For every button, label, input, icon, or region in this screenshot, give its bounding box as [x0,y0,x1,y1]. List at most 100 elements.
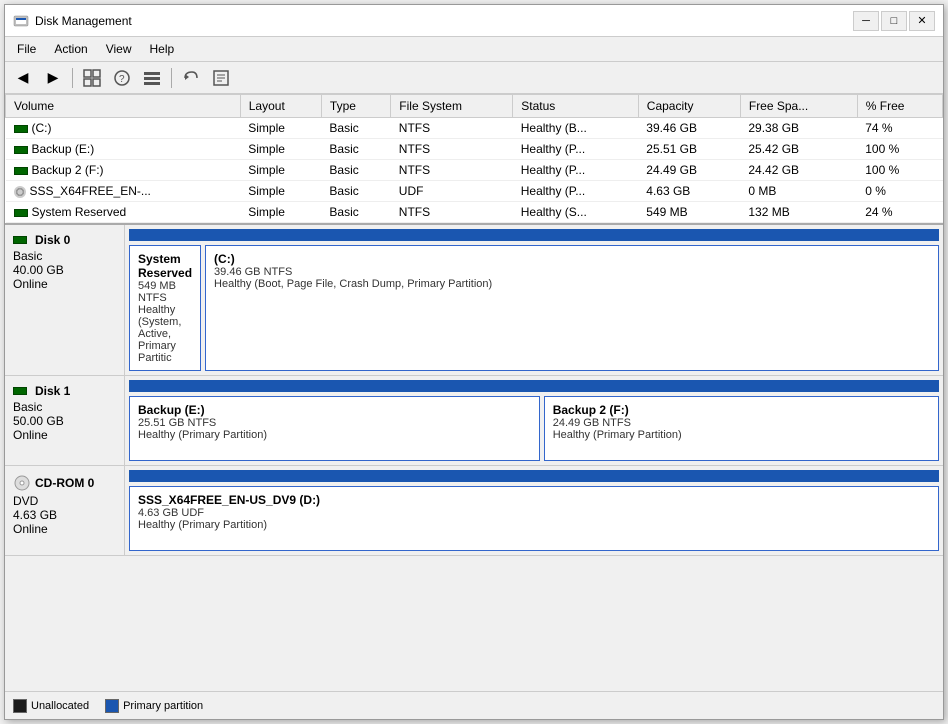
partition-status: Healthy (Primary Partition) [138,429,531,441]
disk-label-2: CD-ROM 0 DVD 4.63 GB Online [5,466,125,555]
disk-name: CD-ROM 0 [35,476,94,490]
table-row[interactable]: Backup 2 (F:) Simple Basic NTFS Healthy … [6,160,943,181]
partition-cell-0[interactable]: System Reserved 549 MB NTFS Healthy (Sys… [129,245,201,371]
cell-type: Basic [321,181,390,202]
disk-icon [14,167,28,175]
cd-icon [14,186,26,198]
cell-filesystem: NTFS [391,139,513,160]
disk-row-0: Disk 0 Basic 40.00 GB Online System Rese… [5,225,943,376]
cell-layout: Simple [240,118,321,139]
back-button[interactable]: ◀ [9,66,37,90]
table-body: (C:) Simple Basic NTFS Healthy (B... 39.… [6,118,943,223]
partition-cell-1[interactable]: (C:) 39.46 GB NTFS Healthy (Boot, Page F… [205,245,939,371]
cell-volume: System Reserved [6,202,241,223]
legend-unallocated-box [13,699,27,713]
grid-icon [83,69,101,87]
cell-pctfree: 100 % [857,139,942,160]
table-area: Volume Layout Type File System Status Ca… [5,94,943,225]
cell-capacity: 549 MB [638,202,740,223]
partition-status: Healthy (Primary Partition) [553,429,930,441]
table-row[interactable]: SSS_X64FREE_EN-... Simple Basic UDF Heal… [6,181,943,202]
cell-status: Healthy (P... [513,160,639,181]
partition-name: Backup (E:) [138,403,531,417]
disk-icon [14,209,28,217]
close-button[interactable]: ✕ [909,11,935,31]
cell-freespace: 25.42 GB [740,139,857,160]
table-row[interactable]: Backup (E:) Simple Basic NTFS Healthy (P… [6,139,943,160]
disk-label-1: Disk 1 Basic 50.00 GB Online [5,376,125,465]
cell-volume: Backup (E:) [6,139,241,160]
disk-partitions-2: SSS_X64FREE_EN-US_DV9 (D:) 4.63 GB UDF H… [125,466,943,555]
disk-status: Online [13,277,116,291]
forward-button[interactable]: ▶ [39,66,67,90]
cell-filesystem: NTFS [391,202,513,223]
help-button[interactable]: ? [108,66,136,90]
disk-partitions-1: Backup (E:) 25.51 GB NTFS Healthy (Prima… [125,376,943,465]
partition-size: 549 MB NTFS [138,280,192,304]
partition-cell-0[interactable]: SSS_X64FREE_EN-US_DV9 (D:) 4.63 GB UDF H… [129,486,939,551]
disk-status: Online [13,522,116,536]
edit-button[interactable] [207,66,235,90]
volumes-table: Volume Layout Type File System Status Ca… [5,94,943,223]
disk-type: DVD [13,494,116,508]
cell-freespace: 29.38 GB [740,118,857,139]
hdd-icon [13,387,27,395]
table-row[interactable]: (C:) Simple Basic NTFS Healthy (B... 39.… [6,118,943,139]
title-bar: Disk Management ─ □ ✕ [5,5,943,37]
cell-capacity: 39.46 GB [638,118,740,139]
minimize-button[interactable]: ─ [853,11,879,31]
partition-cell-0[interactable]: Backup (E:) 25.51 GB NTFS Healthy (Prima… [129,396,540,461]
partition-cell-1[interactable]: Backup 2 (F:) 24.49 GB NTFS Healthy (Pri… [544,396,939,461]
menu-bar: File Action View Help [5,37,943,62]
hdd-icon [13,236,27,244]
svg-text:?: ? [119,74,125,85]
menu-action[interactable]: Action [46,39,95,59]
bar-segment-1 [542,380,939,392]
disk-viz-area[interactable]: Disk 0 Basic 40.00 GB Online System Rese… [5,225,943,691]
legend-primary: Primary partition [105,699,203,713]
table-row[interactable]: System Reserved Simple Basic NTFS Health… [6,202,943,223]
toolbar-sep-1 [72,68,73,88]
cell-pctfree: 74 % [857,118,942,139]
undo-icon [182,69,200,87]
col-freespace: Free Spa... [740,95,857,118]
disk-type: Basic [13,249,116,263]
disk-icon [14,125,28,133]
toolbar-sep-2 [171,68,172,88]
cdrom-icon [13,474,31,492]
cell-filesystem: UDF [391,181,513,202]
col-capacity: Capacity [638,95,740,118]
undo-button[interactable] [177,66,205,90]
menu-view[interactable]: View [98,39,140,59]
col-pctfree: % Free [857,95,942,118]
cell-type: Basic [321,202,390,223]
disk-icon [14,146,28,154]
cell-freespace: 132 MB [740,202,857,223]
menu-file[interactable]: File [9,39,44,59]
grid-button[interactable] [78,66,106,90]
partition-status: Healthy (Primary Partition) [138,519,930,531]
menu-help[interactable]: Help [142,39,183,59]
title-bar-left: Disk Management [13,13,132,29]
cell-capacity: 24.49 GB [638,160,740,181]
cell-status: Healthy (P... [513,139,639,160]
main-window: Disk Management ─ □ ✕ File Action View H… [4,4,944,720]
legend-primary-label: Primary partition [123,700,203,712]
cell-capacity: 4.63 GB [638,181,740,202]
list-button[interactable] [138,66,166,90]
cell-status: Healthy (S... [513,202,639,223]
partition-size: 4.63 GB UDF [138,507,930,519]
partition-bar-row-2 [129,470,939,482]
disk-name: Disk 1 [35,384,70,398]
cell-volume: (C:) [6,118,241,139]
disk-size: 4.63 GB [13,508,116,522]
maximize-button[interactable]: □ [881,11,907,31]
col-type: Type [321,95,390,118]
edit-icon [212,69,230,87]
partition-name: System Reserved [138,252,192,280]
partition-status: Healthy (Boot, Page File, Crash Dump, Pr… [214,278,930,290]
partition-size: 24.49 GB NTFS [553,417,930,429]
cell-volume: SSS_X64FREE_EN-... [6,181,241,202]
cell-volume: Backup 2 (F:) [6,160,241,181]
col-status: Status [513,95,639,118]
